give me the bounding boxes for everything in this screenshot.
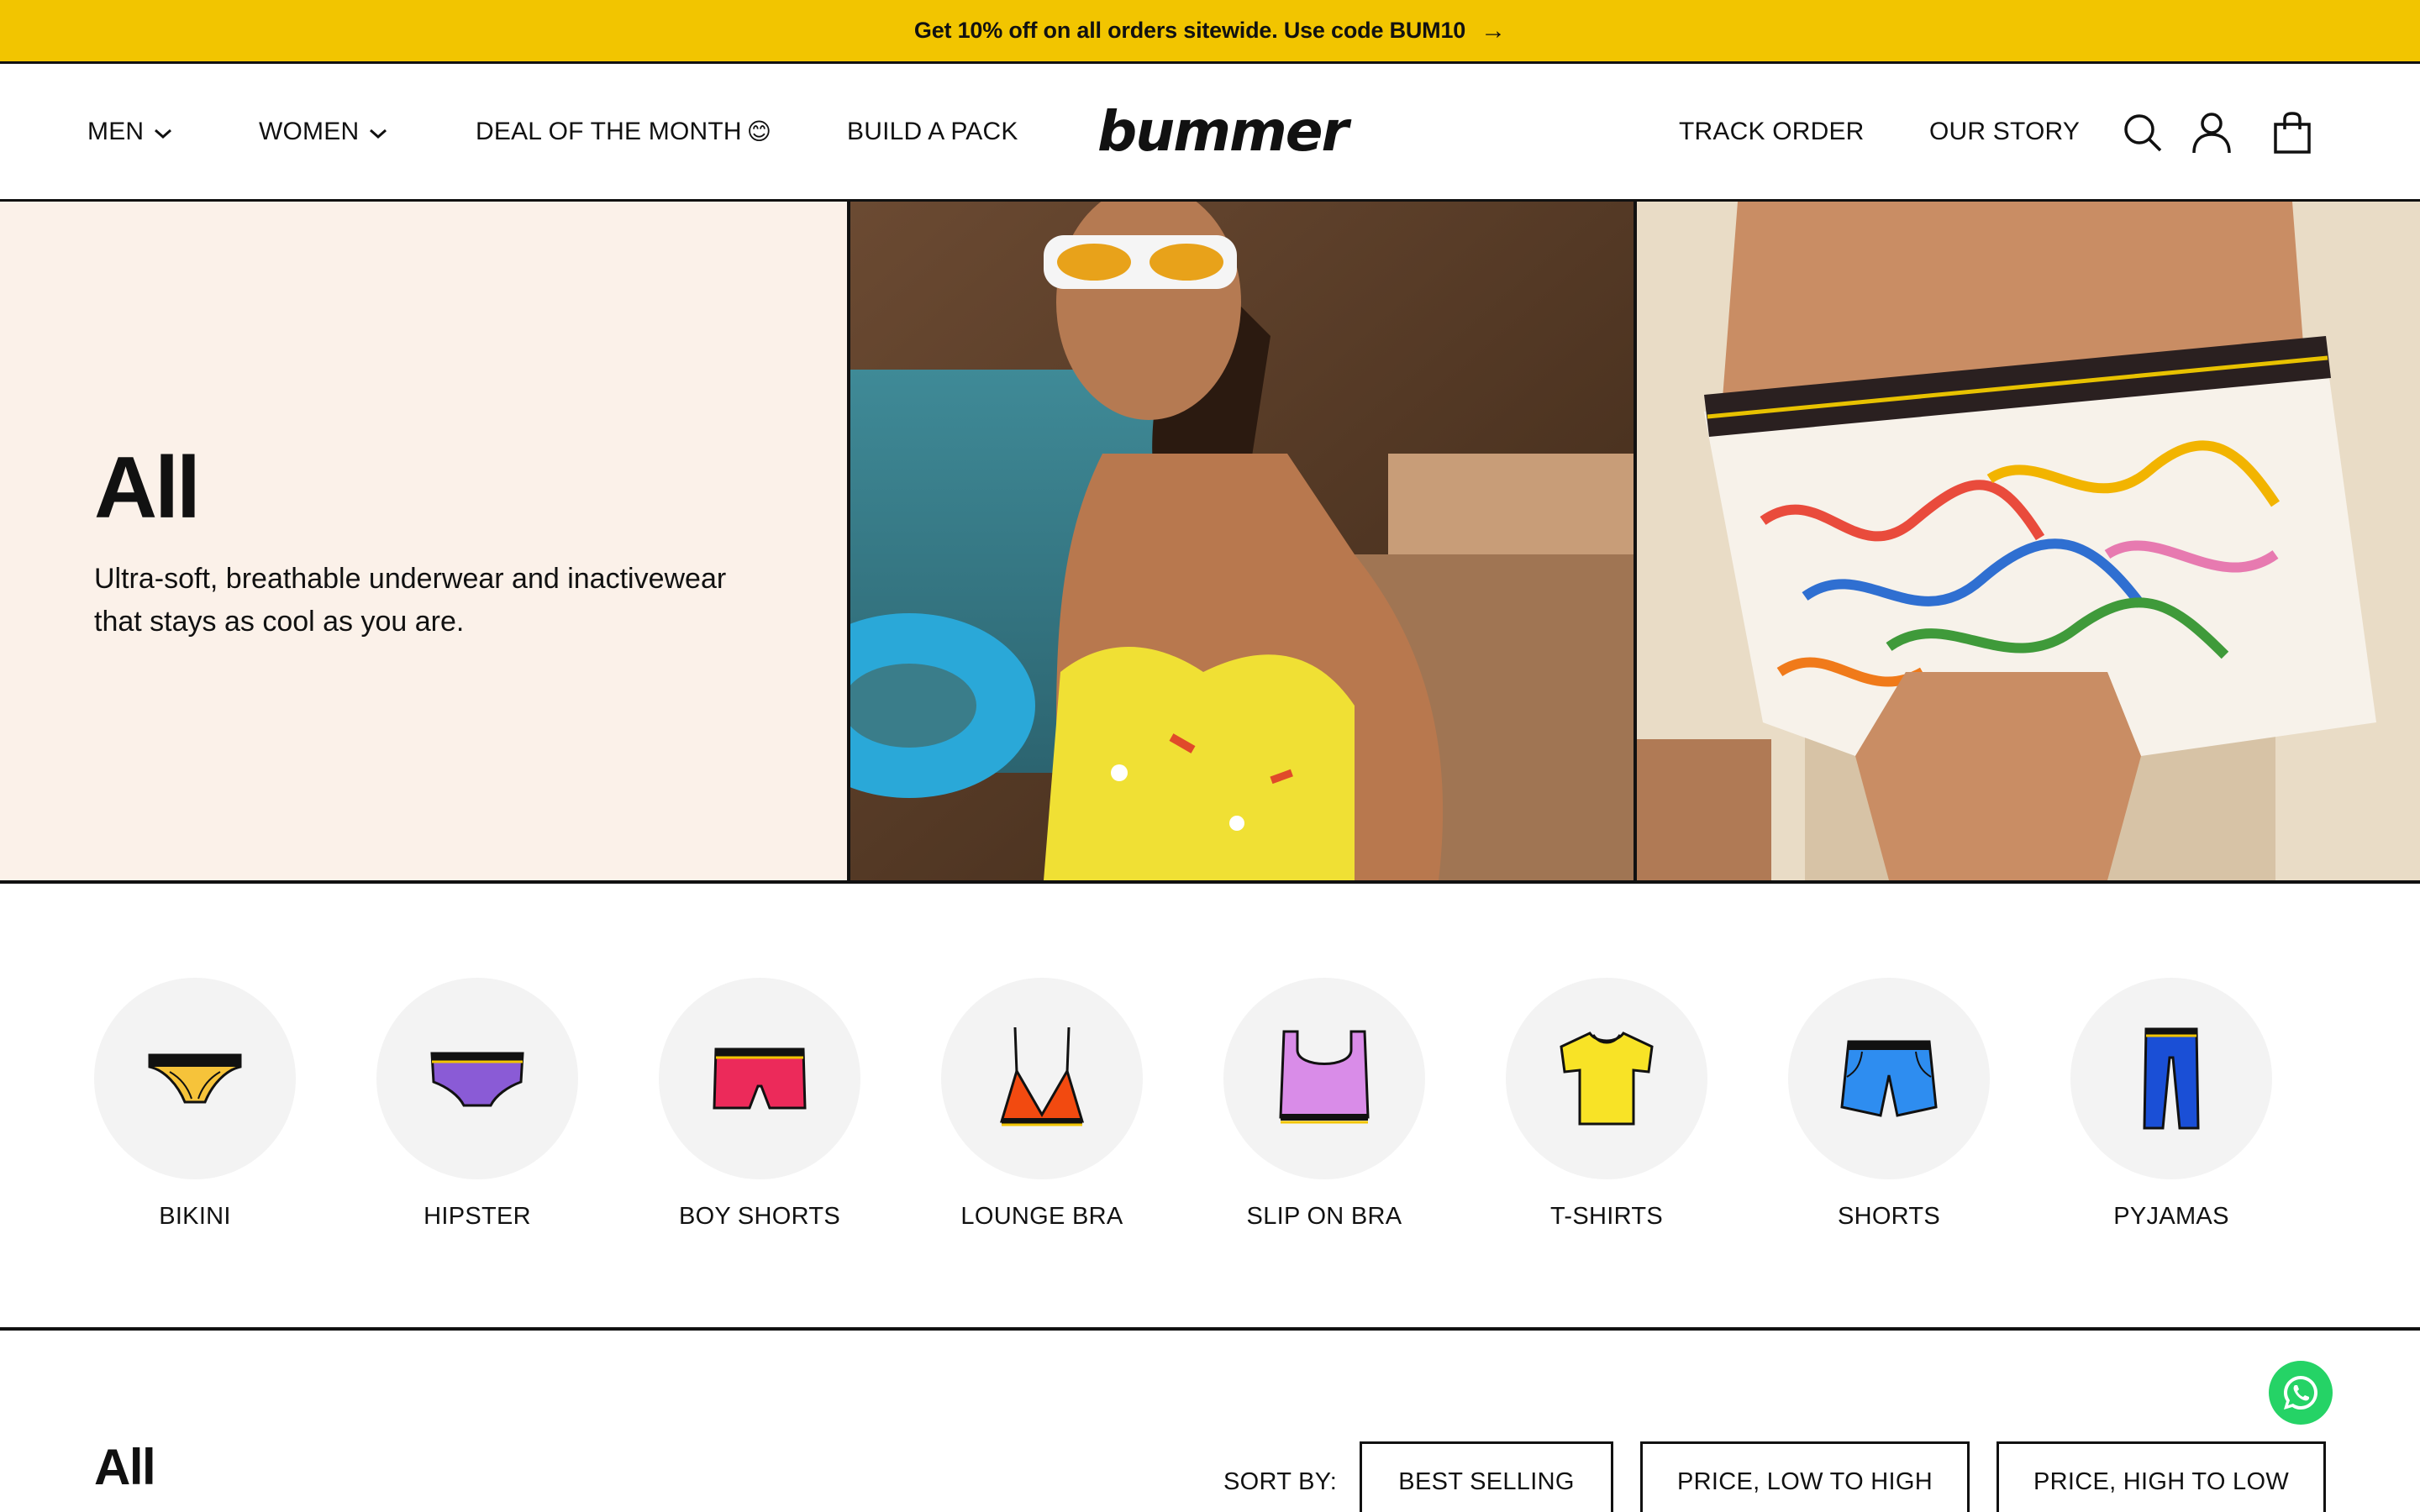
- category-boy-shorts[interactable]: BOY SHORTS: [659, 978, 860, 1231]
- boy-shorts-icon: [713, 1047, 807, 1110]
- nav-women[interactable]: WOMEN: [259, 64, 387, 199]
- lounge-bra-icon: [999, 1026, 1085, 1126]
- category-pyjamas-circle[interactable]: [2070, 978, 2272, 1179]
- sort-by-label: SORT BY:: [1223, 1468, 1338, 1495]
- chevron-down-icon[interactable]: [369, 118, 387, 146]
- hero-banner: All Ultra-soft, breathable underwear and…: [0, 202, 2420, 884]
- category-bikini[interactable]: BIKINI: [94, 978, 296, 1231]
- category-tshirts-label[interactable]: T-SHIRTS: [1550, 1203, 1663, 1231]
- hero-title: All: [94, 439, 201, 537]
- hero-description: Ultra-soft, breathable underwear and ina…: [94, 563, 727, 638]
- chevron-down-icon[interactable]: [154, 118, 172, 146]
- category-shorts[interactable]: SHORTS: [1788, 978, 1990, 1231]
- nav-our-story[interactable]: OUR STORY: [1929, 64, 2080, 199]
- category-slip-on-bra[interactable]: SLIP ON BRA: [1223, 978, 1425, 1231]
- category-slip-on-bra-label[interactable]: SLIP ON BRA: [1247, 1203, 1402, 1231]
- hero-text-panel: All Ultra-soft, breathable underwear and…: [0, 202, 847, 880]
- category-boy-shorts-label[interactable]: BOY SHORTS: [679, 1203, 840, 1231]
- category-boy-shorts-circle[interactable]: [659, 978, 860, 1179]
- category-lounge-bra-circle[interactable]: [941, 978, 1143, 1179]
- category-strip: BIKINI HIPSTER BOY SHORTS LOUNGE BRA SLI…: [0, 884, 2420, 1331]
- hero-image-woman-bra: [850, 202, 1634, 880]
- nav-men[interactable]: MEN: [87, 64, 172, 199]
- nav-track-order[interactable]: TRACK ORDER: [1679, 64, 1865, 199]
- nav-deal-label[interactable]: DEAL OF THE MONTH: [476, 118, 742, 146]
- smile-emoji-icon: 😊: [746, 118, 772, 144]
- category-shorts-circle[interactable]: [1788, 978, 1990, 1179]
- slip-on-bra-icon: [1279, 1030, 1370, 1124]
- site-header: MEN WOMEN DEAL OF THE MONTH 😊 BUILD A PA…: [0, 64, 2420, 202]
- sort-best-selling-button[interactable]: BEST SELLING: [1360, 1441, 1613, 1512]
- category-bikini-circle[interactable]: [94, 978, 296, 1179]
- listing-title: All: [94, 1439, 156, 1495]
- category-bikini-label[interactable]: BIKINI: [159, 1203, 231, 1231]
- category-hipster-label[interactable]: HIPSTER: [424, 1203, 531, 1231]
- category-pyjamas[interactable]: PYJAMAS: [2070, 978, 2272, 1231]
- category-hipster-circle[interactable]: [376, 978, 578, 1179]
- whatsapp-chat-button[interactable]: [2269, 1361, 2333, 1425]
- arrow-right-icon[interactable]: →: [1481, 18, 1506, 44]
- nav-build-a-pack[interactable]: BUILD A PACK: [847, 64, 1018, 199]
- search-icon[interactable]: [2118, 108, 2168, 158]
- announcement-bar[interactable]: Get 10% off on all orders sitewide. Use …: [0, 0, 2420, 64]
- announcement-text[interactable]: Get 10% off on all orders sitewide. Use …: [914, 18, 1465, 44]
- sort-price-low-high-button[interactable]: PRICE, LOW TO HIGH: [1640, 1441, 1970, 1512]
- category-tshirts-circle[interactable]: [1506, 978, 1707, 1179]
- shorts-icon: [1840, 1040, 1938, 1117]
- category-slip-on-bra-circle[interactable]: [1223, 978, 1425, 1179]
- category-lounge-bra-label[interactable]: LOUNGE BRA: [960, 1203, 1123, 1231]
- pyjamas-icon: [2143, 1027, 2200, 1130]
- hipster-icon: [430, 1052, 524, 1107]
- sort-price-high-low-button[interactable]: PRICE, HIGH TO LOW: [1996, 1441, 2326, 1512]
- nav-men-label[interactable]: MEN: [87, 118, 144, 146]
- category-tshirts[interactable]: T-SHIRTS: [1506, 978, 1707, 1231]
- nav-women-label[interactable]: WOMEN: [259, 118, 359, 146]
- whatsapp-icon: [2284, 1376, 2317, 1410]
- category-pyjamas-label[interactable]: PYJAMAS: [2113, 1203, 2228, 1231]
- hero-image-boy-shorts: [1637, 202, 2420, 880]
- bag-icon[interactable]: [2267, 108, 2317, 158]
- nav-build-pack-label[interactable]: BUILD A PACK: [847, 118, 1018, 146]
- category-hipster[interactable]: HIPSTER: [376, 978, 578, 1231]
- nav-track-order-label[interactable]: TRACK ORDER: [1679, 118, 1865, 146]
- account-icon[interactable]: [2186, 108, 2237, 158]
- brand-logo[interactable]: bummer: [1097, 99, 1349, 164]
- category-shorts-label[interactable]: SHORTS: [1838, 1203, 1940, 1231]
- nav-our-story-label[interactable]: OUR STORY: [1929, 118, 2080, 146]
- bikini-icon: [148, 1053, 242, 1104]
- category-lounge-bra[interactable]: LOUNGE BRA: [941, 978, 1143, 1231]
- nav-deal-of-the-month[interactable]: DEAL OF THE MONTH 😊: [476, 64, 771, 199]
- tshirt-icon: [1560, 1032, 1654, 1126]
